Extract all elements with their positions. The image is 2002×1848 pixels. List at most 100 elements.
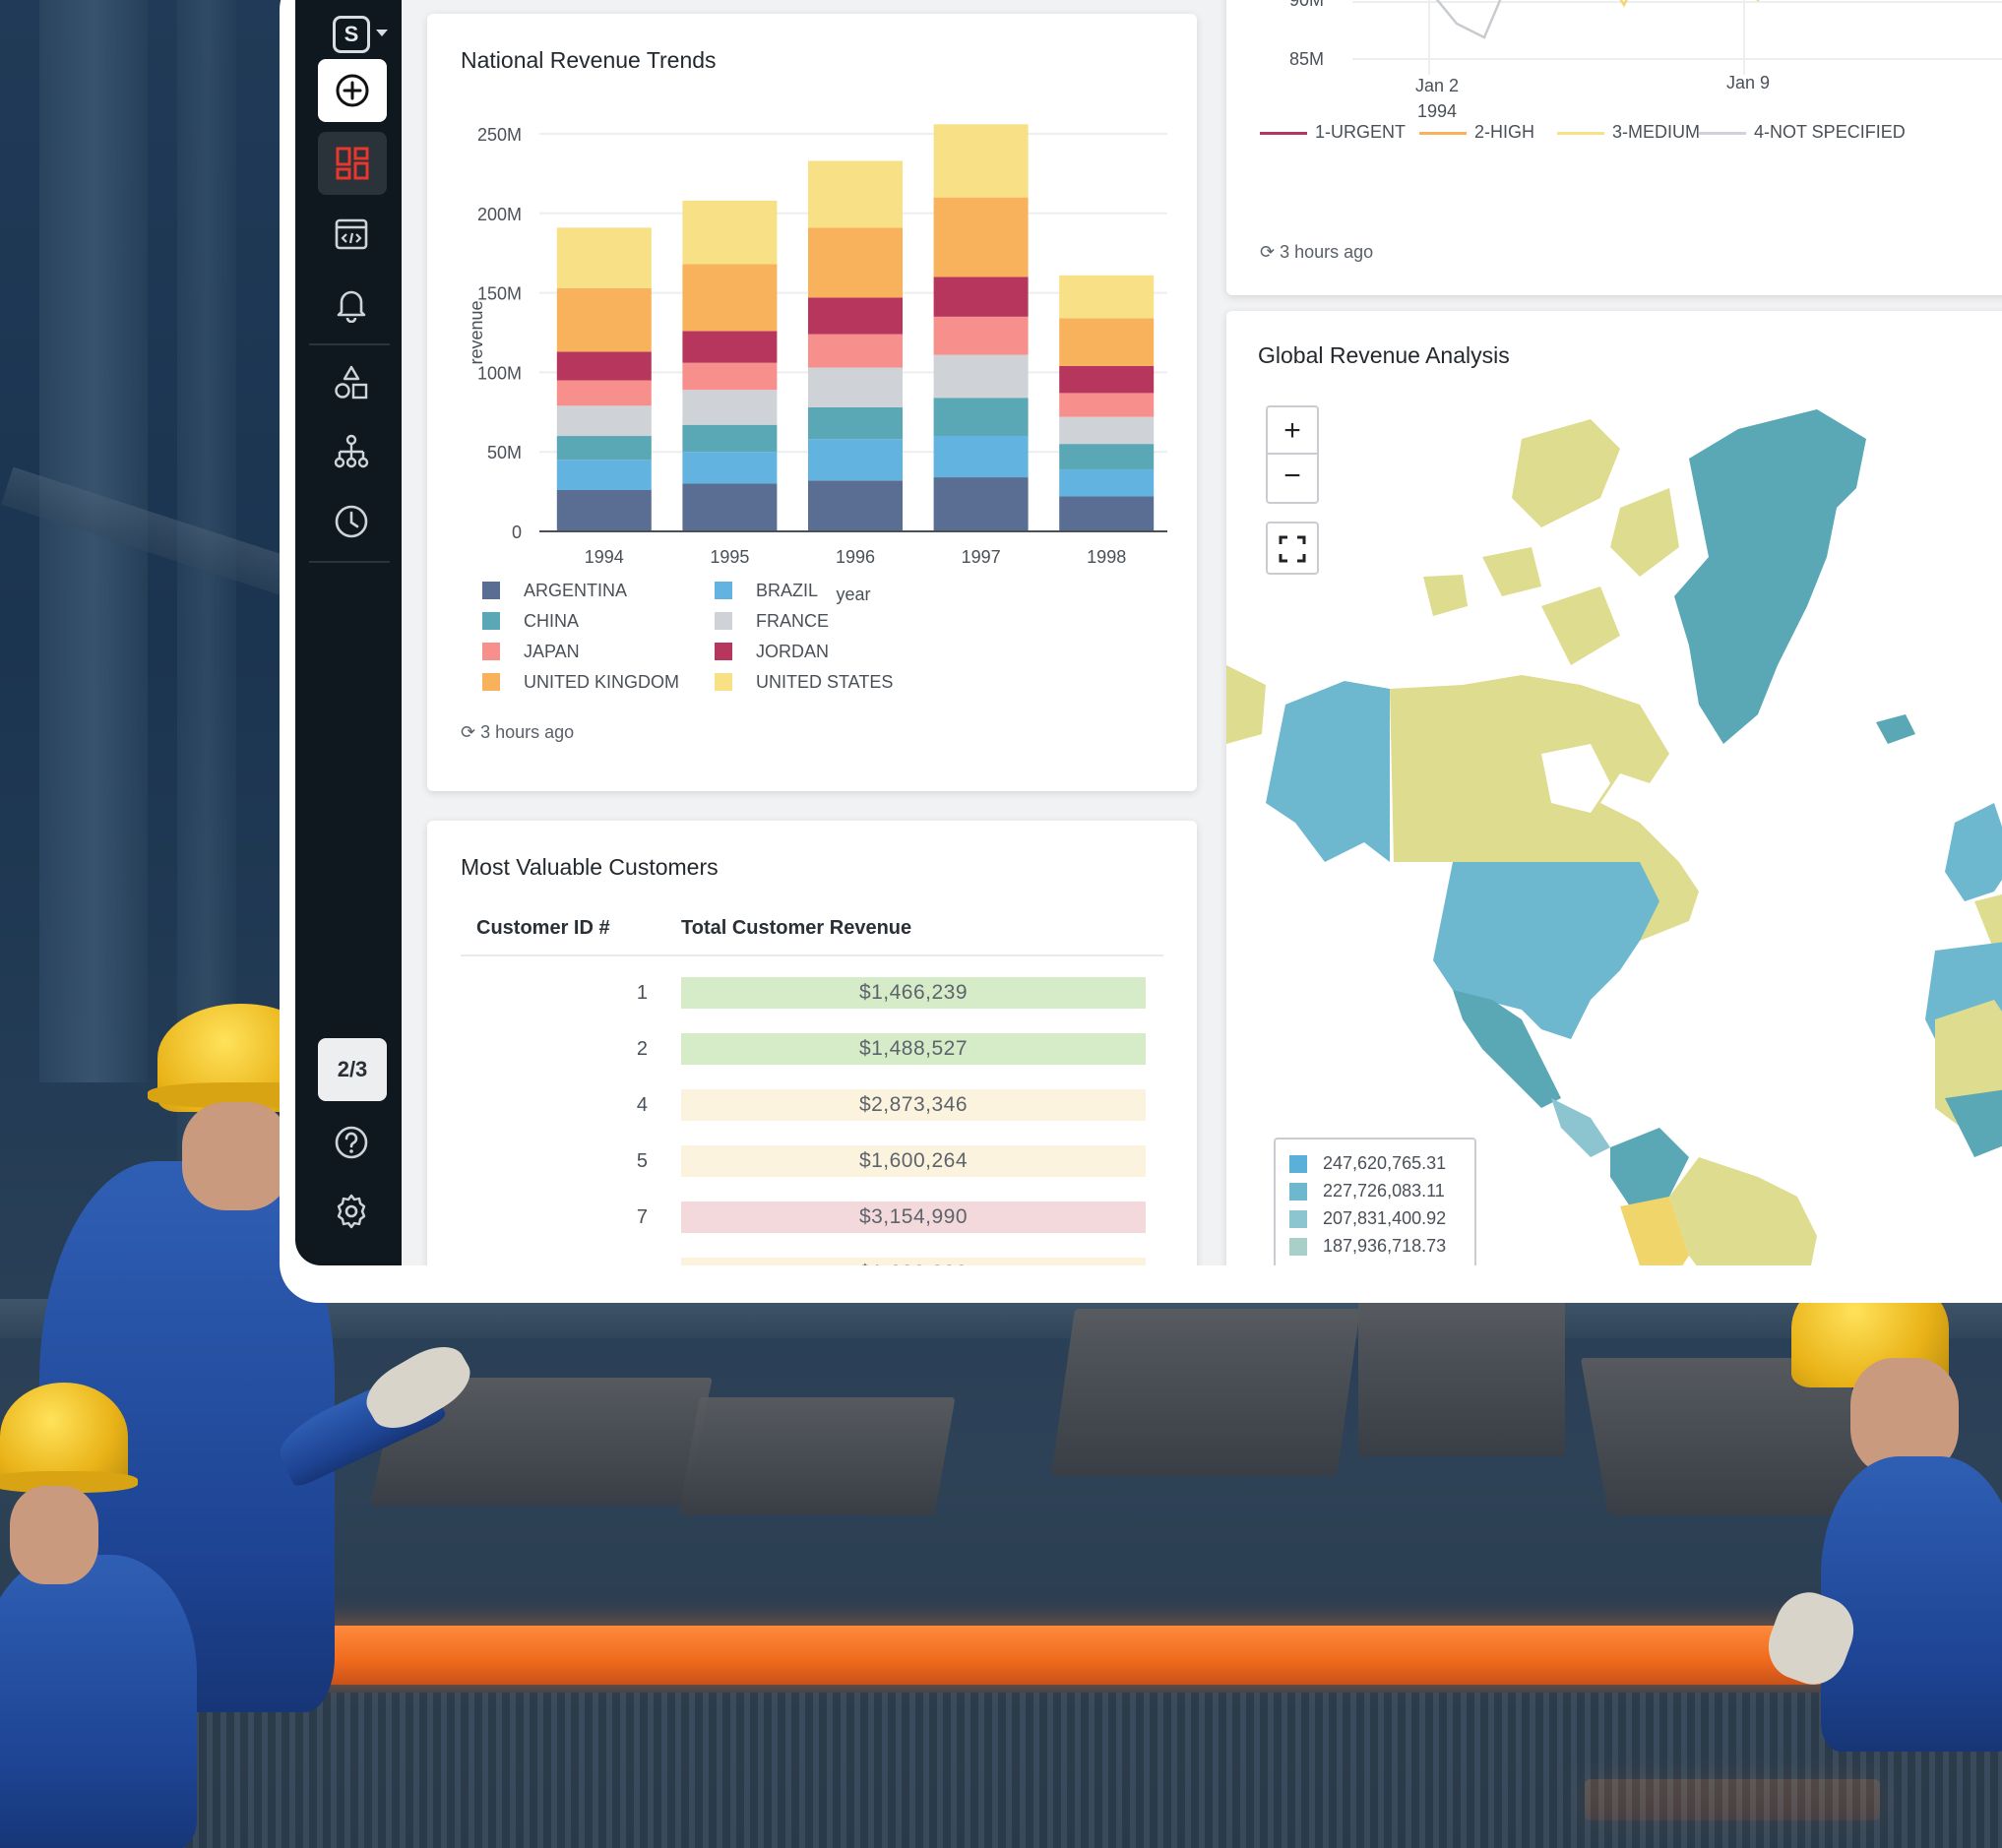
sidebar-divider bbox=[309, 561, 390, 563]
x-tick: Jan 9 bbox=[1726, 73, 1771, 92]
legend-label: 247,620,765.31 bbox=[1323, 1153, 1447, 1173]
gear-icon[interactable] bbox=[333, 1193, 370, 1230]
table-row[interactable]: 7 $3,154,990 bbox=[461, 1200, 1163, 1235]
bar-segment-united-kingdom bbox=[682, 264, 778, 332]
table-row[interactable]: 1 $1,466,239 bbox=[461, 975, 1163, 1011]
column-header-id[interactable]: Customer ID # bbox=[476, 917, 610, 940]
legend-swatch bbox=[715, 673, 732, 691]
bar-segment-france bbox=[933, 354, 1029, 399]
legend-swatch bbox=[482, 612, 500, 630]
fullscreen-button[interactable] bbox=[1266, 522, 1319, 575]
refresh-label: 3 hours ago bbox=[1280, 242, 1374, 262]
legend-swatch bbox=[1289, 1155, 1307, 1173]
customers-card: Most Valuable Customers Customer ID # To… bbox=[427, 821, 1197, 1265]
bar-segment-brazil bbox=[1059, 468, 1155, 497]
bar-segment-argentina bbox=[1059, 496, 1155, 531]
bar-segment-argentina bbox=[556, 489, 652, 531]
customer-revenue-cell: $1,488,527 bbox=[681, 1033, 1146, 1065]
hierarchy-icon[interactable] bbox=[333, 433, 370, 470]
map-region-canada-islands bbox=[1423, 575, 1468, 616]
global-revenue-card: Global Revenue Analysis + − 247,620,765.… bbox=[1226, 311, 2002, 1265]
customer-id-cell: 1 bbox=[636, 982, 648, 1004]
legend-swatch bbox=[482, 643, 500, 660]
legend-label: UNITED KINGDOM bbox=[524, 672, 680, 692]
legend-swatch bbox=[1289, 1210, 1307, 1228]
legend-label: UNITED STATES bbox=[756, 672, 894, 692]
code-window-icon[interactable] bbox=[333, 216, 370, 253]
x-tick-label: 1994 bbox=[585, 547, 624, 567]
legend-line-swatch bbox=[1260, 132, 1307, 135]
x-tick-label: 1995 bbox=[710, 547, 749, 567]
table-row[interactable]: 2 $1,488,527 bbox=[461, 1031, 1163, 1067]
table-row[interactable]: 5 $1,600,264 bbox=[461, 1143, 1163, 1179]
priority-line-card: 90M 85M Jan 2 1994 Jan 9 1-URGENT 2-HIGH 3… bbox=[1226, 0, 2002, 295]
x-tick: Jan 2 1994 bbox=[1414, 76, 1460, 121]
y-tick-label: 250M bbox=[477, 125, 522, 145]
page-indicator[interactable]: 2/3 bbox=[318, 1038, 387, 1101]
map-region-canada-islands bbox=[1512, 419, 1620, 527]
bar-segment-united-states bbox=[556, 227, 652, 288]
bar-segment-united-kingdom bbox=[808, 227, 903, 298]
legend-label[interactable]: 3-MEDIUM bbox=[1612, 122, 1700, 143]
y-tick-label: 100M bbox=[477, 363, 522, 383]
legend-label: JORDAN bbox=[756, 642, 830, 661]
refresh-label: 3 hours ago bbox=[480, 722, 575, 742]
bar-segment-jordan bbox=[682, 331, 778, 363]
customer-revenue-cell: $3,154,990 bbox=[681, 1201, 1146, 1233]
customer-revenue-cell: $1,629,309 bbox=[681, 1258, 1146, 1265]
zoom-out-button[interactable]: − bbox=[1268, 455, 1317, 502]
bar-segment-brazil bbox=[808, 439, 903, 481]
add-button[interactable] bbox=[318, 59, 387, 122]
legend-line-swatch bbox=[1557, 132, 1604, 135]
map-region-central-america bbox=[1551, 1098, 1610, 1157]
map-region-europe bbox=[1945, 803, 2002, 901]
bar-segment-jordan bbox=[933, 277, 1029, 317]
legend-label: ARGENTINA bbox=[524, 581, 628, 600]
customer-revenue-cell: $2,873,346 bbox=[681, 1089, 1146, 1121]
map-region-iceland bbox=[1876, 714, 1915, 744]
table-row[interactable]: 4 $2,873,346 bbox=[461, 1087, 1163, 1123]
legend-label: 207,831,400.92 bbox=[1323, 1208, 1447, 1228]
legend-label: BRAZIL bbox=[756, 581, 819, 600]
column-header-revenue[interactable]: Total Customer Revenue bbox=[681, 917, 911, 940]
bar-segment-france bbox=[1059, 416, 1155, 445]
customer-id-cell: 5 bbox=[636, 1150, 648, 1172]
legend-swatch bbox=[1289, 1238, 1307, 1256]
y-axis-title: revenue bbox=[467, 300, 486, 364]
zoom-in-button[interactable]: + bbox=[1268, 407, 1317, 455]
map-region-greenland bbox=[1674, 409, 1866, 744]
bar-segment-united-kingdom bbox=[933, 197, 1029, 277]
bar-segment-japan bbox=[556, 380, 652, 406]
fullscreen-icon bbox=[1279, 535, 1306, 563]
map-legend: 247,620,765.31 227,726,083.11 207,831,400.… bbox=[1274, 1138, 1476, 1265]
legend-label[interactable]: 2-HIGH bbox=[1474, 122, 1534, 143]
dashboard-canvas: S 2/3 National Revenue Trends 0 50M 100M… bbox=[295, 0, 2002, 1265]
legend-label[interactable]: 1-URGENT bbox=[1315, 122, 1406, 143]
legend-label[interactable]: 4-NOT SPECIFIED bbox=[1754, 122, 1906, 143]
help-circle-icon[interactable] bbox=[333, 1124, 370, 1161]
app-window: S 2/3 National Revenue Trends 0 50M 100M… bbox=[280, 0, 2002, 1303]
national-revenue-card: National Revenue Trends 0 50M 100M 150M 200M… bbox=[427, 14, 1197, 791]
shapes-icon[interactable] bbox=[333, 364, 370, 401]
map-region-russia-east bbox=[1226, 665, 1266, 744]
x-tick-label: 1997 bbox=[962, 547, 1001, 567]
legend-swatch bbox=[715, 612, 732, 630]
legend-swatch bbox=[482, 582, 500, 599]
clock-icon[interactable] bbox=[333, 503, 370, 540]
zoom-control: + − bbox=[1266, 405, 1319, 504]
bar-segment-france bbox=[556, 405, 652, 437]
bell-icon[interactable] bbox=[333, 285, 370, 323]
legend-line-swatch bbox=[1419, 132, 1467, 135]
world-map[interactable] bbox=[1226, 311, 2002, 1265]
table-row[interactable]: 8 $1,629,309 bbox=[461, 1256, 1163, 1265]
legend-label: 227,726,083.11 bbox=[1323, 1181, 1445, 1201]
dashboard-icon bbox=[336, 147, 369, 180]
sidebar-item-dashboards[interactable] bbox=[318, 132, 387, 195]
brand-logo[interactable]: S bbox=[333, 16, 370, 53]
bar-segment-united-kingdom bbox=[1059, 318, 1155, 366]
legend-label: JAPAN bbox=[524, 642, 580, 661]
bar-segment-brazil bbox=[682, 452, 778, 484]
customer-revenue-cell: $1,600,264 bbox=[681, 1145, 1146, 1177]
chevron-down-icon[interactable] bbox=[376, 30, 388, 36]
bar-segment-jordan bbox=[808, 297, 903, 335]
